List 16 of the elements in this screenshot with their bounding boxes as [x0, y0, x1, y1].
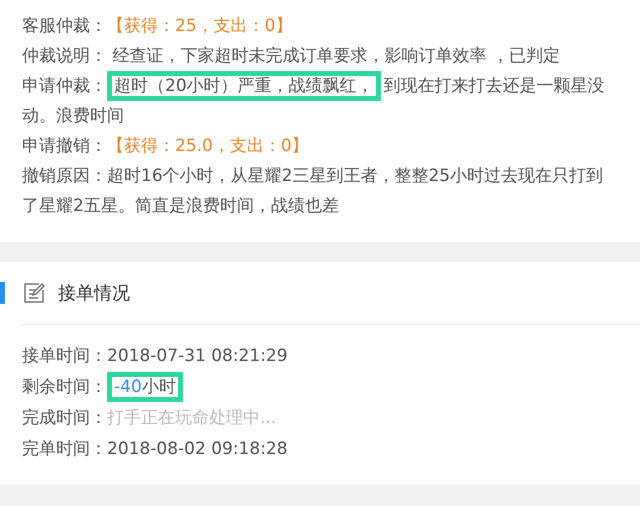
field-label: 接单时间：: [22, 346, 107, 366]
field-value: 2018-07-31 08:21:29: [107, 346, 288, 366]
field-value: -40小时: [107, 372, 183, 402]
field-label: 剩余时间：: [22, 377, 107, 397]
field-label: 完成时间：: [22, 408, 107, 428]
accent-bar: [0, 282, 5, 304]
detail-line: 客服仲裁：【获得：25，支出：0】: [22, 15, 294, 38]
detail-line: 撤销原因：超时16个小时，从星耀2三星到王者，整整25小时过去现在只打到了星耀2五星。简直是浪费时间，战绩也差: [22, 165, 604, 218]
edit-note-icon: [22, 281, 46, 305]
field-value: 2018-08-02 09:18:28: [107, 439, 288, 459]
detail-line: 申请仲裁： 超时（20小时）严重，战绩飘红， 到现在打来打去还是一颗星没动。浪费时间: [22, 71, 618, 131]
detail-line: 仲裁说明： 经查证，下家超时未完成订单要求，影响订单效率 ，已判定: [22, 45, 561, 68]
section-title: 接单情况: [58, 282, 130, 305]
field-label: 完单时间：: [22, 439, 107, 459]
field-value: 打手正在玩命处理中...: [107, 408, 276, 428]
detail-line: 申请撤销：【获得：25.0，支出：0】: [22, 135, 310, 158]
